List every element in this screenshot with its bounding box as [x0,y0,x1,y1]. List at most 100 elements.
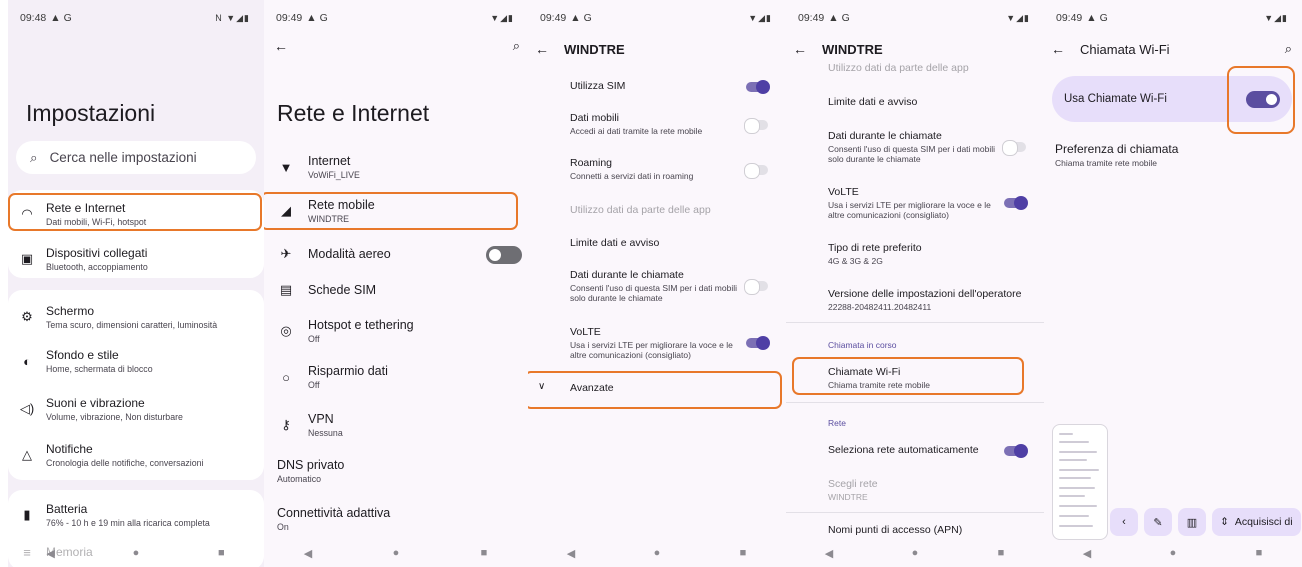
page-title: WINDTRE [822,41,883,57]
nav-back-icon[interactable]: ◀ [1073,547,1101,560]
row-title: Dati durante le chiamate [828,130,942,142]
item-subtitle: Automatico [277,474,322,484]
row-call-preference[interactable]: Preferenza di chiamata Chiama tramite re… [1055,142,1178,168]
row-use-sim[interactable]: Utilizza SIM [570,80,776,94]
battery-icon: ▮ [23,507,31,522]
back-arrow-icon[interactable]: ← [274,38,288,54]
row-choose-network[interactable]: Scegli rete WINDTRE [828,478,1034,502]
row-mobile-data[interactable]: Dati mobili Accedi ai dati tramite la re… [570,112,776,136]
nav-home-icon[interactable]: ● [122,547,150,559]
back-arrow-icon[interactable]: ← [786,41,814,57]
nav-recents-icon[interactable]: ■ [1245,547,1273,559]
wifi-calling-toggle-card[interactable]: Usa Chiamate Wi-Fi [1052,76,1292,122]
nav-recents-icon[interactable]: ■ [987,547,1015,559]
back-arrow-icon[interactable]: ← [528,41,556,57]
nav-recents-icon[interactable]: ■ [470,547,498,559]
item-title: Sfondo e stile [46,348,119,362]
row-volte[interactable]: VoLTE Usa i servizi LTE per migliorare l… [828,186,1034,220]
list-item-airplane-mode[interactable]: ✈ Modalità aereo [264,242,528,266]
volte-switch[interactable] [746,336,770,350]
item-subtitle: Bluetooth, accoppiamento [46,262,148,272]
status-bar: 09:48 ▲ G N ▼◢▮ [20,10,250,26]
nav-recents-icon[interactable]: ■ [207,547,235,559]
list-item-mobile-network[interactable]: ◢ Rete mobile WINDTRE [264,196,528,226]
settings-item-devices[interactable]: ▣ Dispositivi collegati Bluetooth, accopp… [8,244,264,274]
search-icon[interactable]: ⌕ [513,38,520,54]
use-sim-switch[interactable] [746,80,770,94]
settings-item-notifications[interactable]: △ Notifiche Cronologia delle notifiche, c… [8,440,264,470]
devices-icon: ▣ [20,251,34,266]
row-subtitle: Usa i servizi LTE per migliorare la voce… [570,340,733,360]
status-right-icons: ▼◢▮ [748,12,772,23]
settings-item-display[interactable]: ⚙ Schermo Tema scuro, dimensioni caratter… [8,302,264,332]
nav-home-icon[interactable]: ● [382,547,410,559]
list-item-vpn[interactable]: ⚷ VPN Nessuna [264,410,528,440]
row-subtitle: Chiama tramite rete mobile [1055,158,1158,168]
settings-item-battery[interactable]: ▮ Batteria 76% - 10 h e 19 min alla ricar… [8,500,264,530]
status-right-icons: ▼◢▮ [1006,12,1030,23]
share-icon[interactable]: ‹ [1110,508,1138,536]
search-icon[interactable]: ⌕ [1285,41,1292,57]
item-subtitle: Off [308,334,320,344]
list-item-sim-cards[interactable]: ▤ Schede SIM [264,278,528,302]
volte-switch[interactable] [1004,196,1028,210]
data-during-calls-switch[interactable] [1002,140,1026,156]
row-title: Limite dati e avviso [570,237,660,249]
roaming-switch[interactable] [744,163,768,179]
capture-more-button[interactable]: ⇕ Acquisisci di [1212,508,1301,536]
list-item-adaptive-connectivity[interactable]: Connettività adattiva On [264,504,528,534]
list-item-private-dns[interactable]: DNS privato Automatico [264,456,528,486]
item-title: Dispositivi collegati [46,246,148,260]
row-title: Dati durante le chiamate [570,269,684,281]
search-bar[interactable]: ⌕ Cerca nelle impostazioni [16,141,256,174]
row-roaming[interactable]: Roaming Connetti a servizi dati in roami… [570,157,776,181]
list-item-internet[interactable]: ▼ Internet VoWiFi_LIVE [264,152,528,182]
row-advanced[interactable]: ∨ Avanzate [538,381,776,394]
row-data-during-calls[interactable]: Dati durante le chiamate Consenti l'uso … [570,269,776,303]
airplane-toggle[interactable] [486,246,522,264]
nav-back-icon[interactable]: ◀ [815,547,843,560]
row-preferred-network[interactable]: Tipo di rete preferito 4G & 3G & 2G [828,242,1034,266]
row-wifi-calling[interactable]: Chiamate Wi-Fi Chiama tramite rete mobil… [828,366,1034,390]
row-title: VoLTE [828,186,859,198]
row-app-data-usage[interactable]: Utilizzo dati da parte delle app [828,62,1034,74]
row-auto-network[interactable]: Seleziona rete automaticamente [828,444,1034,458]
status-bar: 09:49 ▲ G ▼◢▮ [1056,10,1288,26]
item-title: Rete e Internet [46,201,126,215]
mobile-data-switch[interactable] [744,118,768,134]
list-item-hotspot[interactable]: ◎ Hotspot e tethering Off [264,316,528,346]
edit-icon[interactable]: ✎ [1144,508,1172,536]
nav-recents-icon[interactable]: ■ [729,547,757,559]
nav-back-icon[interactable]: ◀ [557,547,585,560]
row-data-limit[interactable]: Limite dati e avviso [828,96,1034,108]
nav-home-icon[interactable]: ● [643,547,671,559]
wifi-calling-switch[interactable] [1246,91,1280,108]
item-title: VPN [308,412,334,426]
app-bar: ← WINDTRE [528,38,786,60]
row-volte[interactable]: VoLTE Usa i servizi LTE per migliorare l… [570,326,776,360]
wifi-icon: ◠ [21,206,33,221]
data-during-calls-switch[interactable] [744,279,768,295]
settings-card-2: ⚙ Schermo Tema scuro, dimensioni caratter… [8,290,264,480]
settings-item-sound[interactable]: ◁) Suoni e vibrazione Volume, vibrazione,… [8,394,264,424]
nav-home-icon[interactable]: ● [1159,547,1187,559]
settings-item-wallpaper[interactable]: ◐ Sfondo e stile Home, schermata di blocc… [8,346,264,376]
row-app-data-usage[interactable]: Utilizzo dati da parte delle app [570,204,776,216]
nav-home-icon[interactable]: ● [901,547,929,559]
nav-back-icon[interactable]: ◀ [294,547,322,560]
back-arrow-icon[interactable]: ← [1044,41,1072,57]
nav-back-icon[interactable]: ◀ [37,547,65,560]
row-data-limit[interactable]: Limite dati e avviso [570,237,776,249]
settings-item-network[interactable]: ◠ Rete e Internet Dati mobili, Wi-Fi, hot… [8,199,264,229]
auto-network-switch[interactable] [1004,444,1028,458]
row-apn[interactable]: Nomi punti di accesso (APN) [828,524,1034,536]
page-title: Chiamata Wi-Fi [1080,41,1170,57]
row-data-during-calls[interactable]: Dati durante le chiamate Consenti l'uso … [828,130,1034,164]
delete-icon[interactable]: ▥ [1178,508,1206,536]
toggle-label: Usa Chiamate Wi-Fi [1064,93,1167,105]
screenshot-thumbnail[interactable] [1052,424,1108,540]
status-bar: 09:49 ▲ G ▼◢▮ [798,10,1030,26]
status-bar: 09:49 ▲ G ▼◢▮ [540,10,772,26]
section-header-call: Chiamata in corso [828,340,897,350]
list-item-data-saver[interactable]: ○ Risparmio dati Off [264,362,528,392]
